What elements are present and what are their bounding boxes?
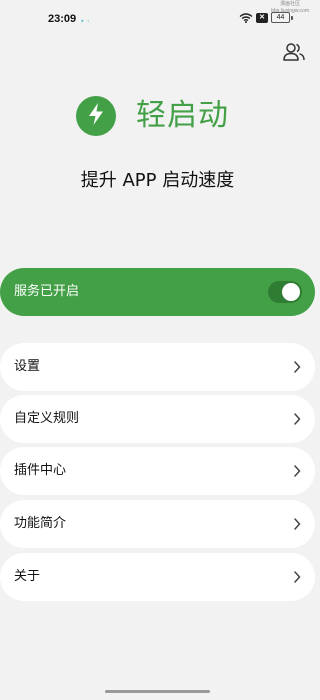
service-status-card[interactable]: 服务已开启 xyxy=(0,268,315,316)
menu-item-custom-rules[interactable]: 自定义规则 xyxy=(0,395,315,443)
app-name: 轻启动 xyxy=(136,98,229,133)
watermark-line1: 漫画社区 xyxy=(280,1,301,7)
menu-item-about[interactable]: 关于 xyxy=(0,553,315,601)
menu-item-settings[interactable]: 设置 xyxy=(0,343,315,391)
menu-item-label: 关于 xyxy=(14,569,41,584)
menu-item-plugin-center[interactable]: 插件中心 xyxy=(0,447,315,495)
status-bar: 23:09 • ˒ ✕ 44 漫画社区 bbs.liuxingw.com xyxy=(0,0,315,34)
menu-item-label: 自定义规则 xyxy=(14,411,80,426)
battery-tip xyxy=(291,15,293,20)
menu-item-features[interactable]: 功能简介 xyxy=(0,500,315,548)
users-icon[interactable] xyxy=(282,41,306,63)
toggle-knob xyxy=(282,283,300,301)
chevron-right-icon xyxy=(294,518,301,530)
notification-x-icon: ✕ xyxy=(256,12,268,23)
app-tagline: 提升 APP 启动速度 xyxy=(80,170,235,191)
app-logo xyxy=(76,96,116,136)
chevron-right-icon xyxy=(294,571,301,583)
chevron-right-icon xyxy=(294,465,301,477)
service-status-label: 服务已开启 xyxy=(14,284,80,299)
menu-item-label: 设置 xyxy=(14,359,41,374)
chevron-right-icon xyxy=(294,361,301,373)
lightning-bolt-icon xyxy=(86,102,106,130)
home-indicator[interactable] xyxy=(105,690,210,693)
status-time: 23:09 xyxy=(48,13,77,25)
menu-item-label: 功能简介 xyxy=(14,516,67,531)
status-dots: • ˒ xyxy=(80,17,90,26)
watermark-line2: bbs.liuxingw.com xyxy=(271,8,309,14)
service-toggle[interactable] xyxy=(268,281,302,303)
chevron-right-icon xyxy=(294,413,301,425)
watermark: 漫画社区 bbs.liuxingw.com xyxy=(271,1,309,15)
wifi-icon xyxy=(239,12,253,23)
menu-item-label: 插件中心 xyxy=(14,463,67,478)
